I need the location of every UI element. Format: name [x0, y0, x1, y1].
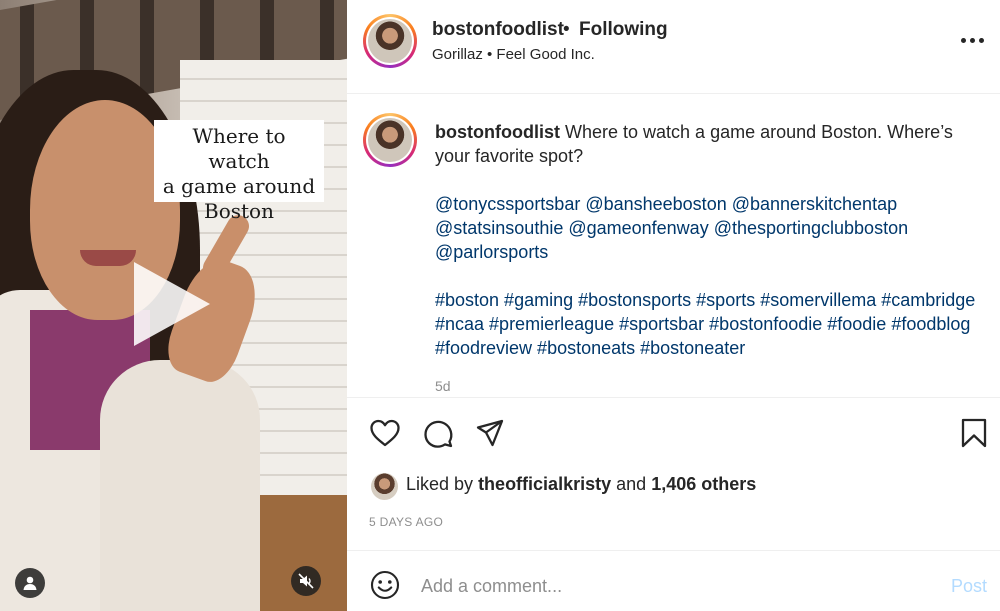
bookmark-icon [961, 418, 987, 448]
heart-icon [370, 419, 400, 447]
likes-prefix: Liked by [406, 474, 474, 494]
reel-video[interactable]: Where to watch a game around Boston [0, 0, 347, 611]
liker-username[interactable]: theofficialkristy [478, 474, 611, 494]
emoji-icon [370, 570, 400, 600]
overlay-line: a game around [162, 174, 316, 198]
sound-off-icon [298, 573, 314, 589]
person-smile [80, 250, 136, 266]
more-options-icon[interactable] [959, 28, 985, 52]
emoji-button[interactable] [369, 569, 401, 601]
tagged-people-button[interactable] [15, 568, 45, 598]
comment-icon [424, 420, 453, 448]
overlay-line: Where to watch [192, 124, 286, 173]
post-details-panel: bostonfoodlist • Following Gorillaz • Fe… [347, 0, 1000, 611]
comment-input[interactable] [421, 570, 941, 602]
caption-hashtags[interactable]: #boston #gaming #bostonsports #sports #s… [435, 288, 983, 360]
caption-avatar[interactable] [363, 113, 417, 167]
play-icon[interactable] [134, 262, 210, 346]
person-tag-icon [23, 576, 37, 590]
mute-toggle-button[interactable] [291, 566, 321, 596]
header-separator: • [563, 19, 570, 40]
liker-avatar[interactable] [371, 473, 398, 500]
overlay-line: Boston [204, 199, 274, 223]
like-button[interactable] [368, 416, 402, 450]
share-button[interactable] [473, 416, 507, 450]
caption-username[interactable]: bostonfoodlist [435, 122, 560, 142]
post-caption: bostonfoodlist Where to watch a game aro… [435, 120, 983, 360]
share-icon [476, 419, 504, 447]
comment-button[interactable] [421, 416, 455, 450]
header-divider [347, 93, 1000, 94]
audio-track-link[interactable]: Gorillaz • Feel Good Inc. [432, 46, 595, 63]
comment-divider [347, 550, 1000, 551]
caption-timestamp: 5d [435, 378, 451, 392]
following-button[interactable]: Following [579, 19, 668, 41]
post-date[interactable]: 5 DAYS AGO [369, 515, 443, 529]
header-username[interactable]: bostonfoodlist [432, 19, 564, 41]
header-avatar[interactable] [363, 14, 417, 68]
actions-divider [347, 397, 1000, 398]
likes-others-link[interactable]: 1,406 others [651, 474, 756, 494]
person-sleeve [100, 360, 260, 611]
likes-summary: Liked by theofficialkristy and 1,406 oth… [406, 474, 756, 495]
post-comment-button[interactable]: Post [951, 576, 987, 597]
likes-conjunction: and [616, 474, 647, 494]
video-text-overlay: Where to watch a game around Boston [154, 120, 324, 223]
save-button[interactable] [957, 416, 991, 450]
caption-mentions[interactable]: @tonycssportsbar @bansheeboston @banners… [435, 192, 983, 264]
